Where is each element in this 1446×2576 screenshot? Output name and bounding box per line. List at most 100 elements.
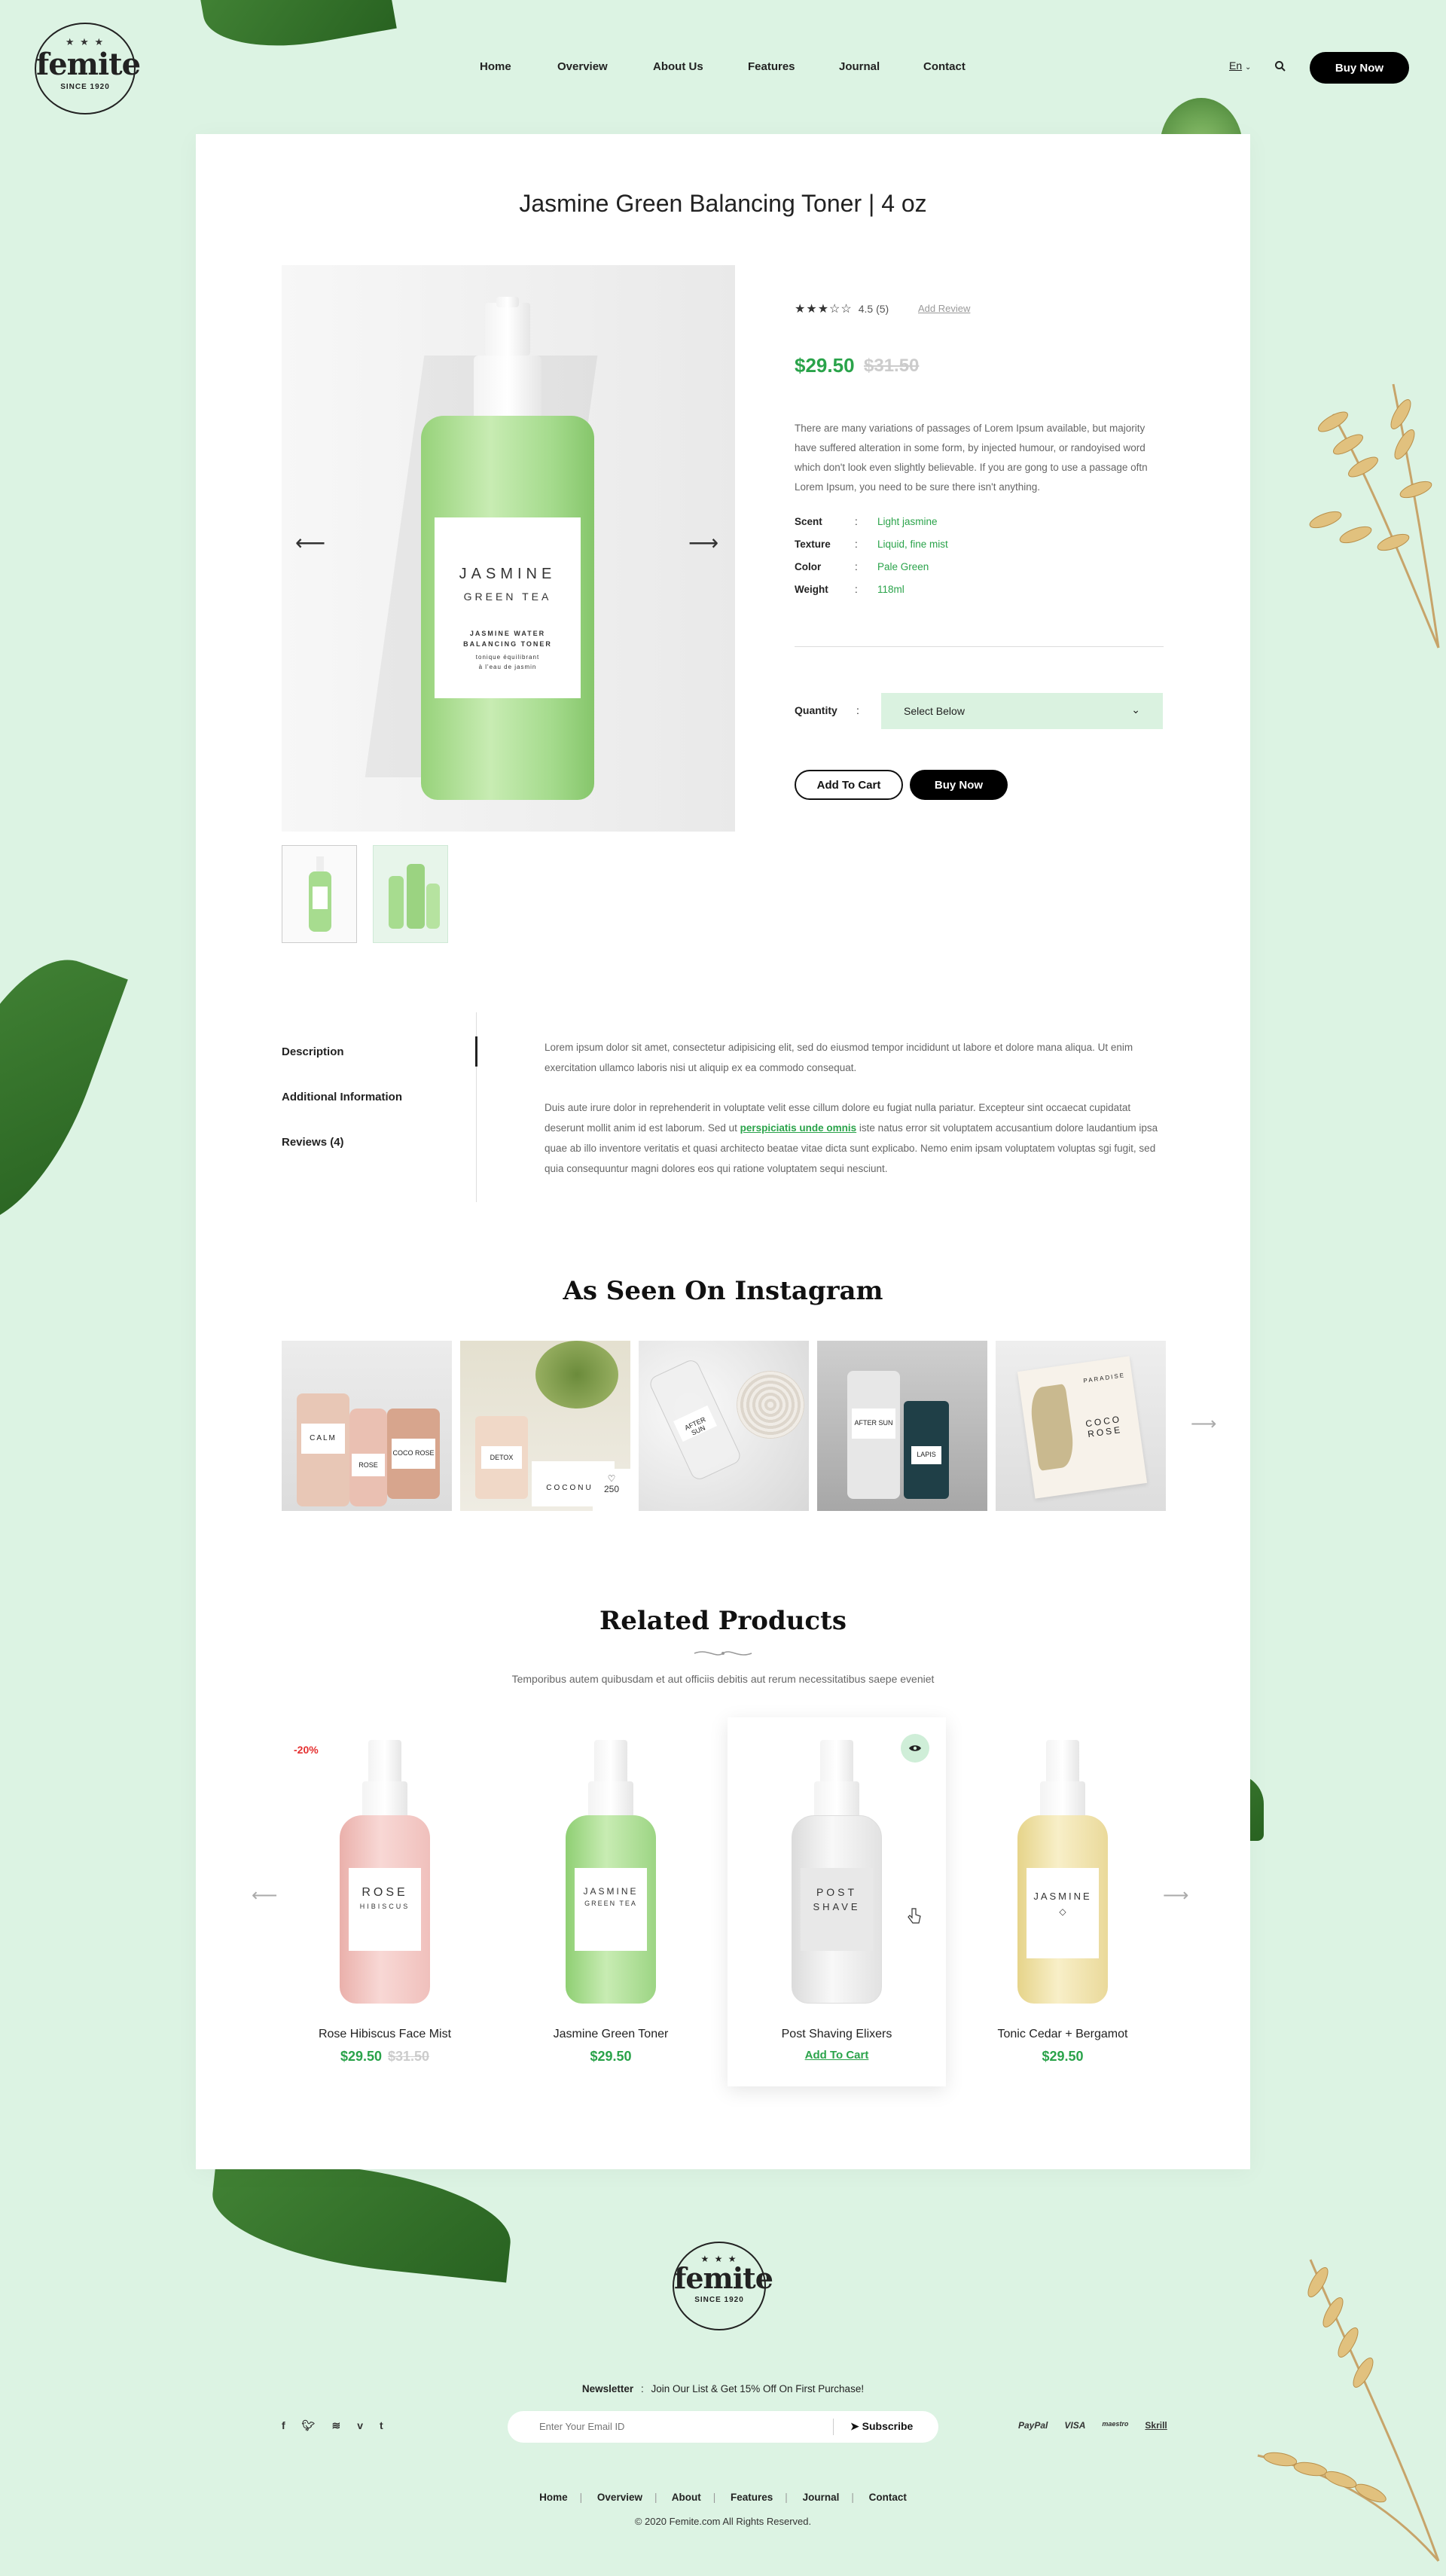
subscribe-button[interactable]: ➤ Subscribe — [850, 2420, 913, 2433]
quantity-label: Quantity — [795, 704, 837, 716]
nav-overview[interactable]: Overview — [557, 60, 608, 73]
instagram-title: As Seen On Instagram — [563, 1276, 883, 1306]
quick-view-eye-icon[interactable] — [901, 1734, 929, 1763]
footer-logo-since: SINCE 1920 — [694, 2296, 744, 2304]
wheat-decoration-right — [1309, 383, 1440, 649]
inline-link[interactable]: perspiciatis unde omnis — [740, 1122, 857, 1134]
email-input[interactable] — [538, 2420, 786, 2433]
product-rating: ★★★☆☆ 4.5 (5) — [795, 301, 889, 316]
quantity-colon: : — [856, 704, 859, 716]
paypal-icon: PayPal — [1018, 2420, 1048, 2431]
tab-reviews[interactable]: Reviews (4) — [282, 1136, 344, 1149]
related-products-subtitle: Temporibus autem quibusdam et aut offici… — [511, 1673, 935, 1685]
product-title: Jasmine Green Balancing Toner | 4 oz — [519, 190, 927, 217]
product-thumbnail-1[interactable] — [282, 845, 357, 943]
product-price: $29.50 — [795, 354, 855, 377]
related-product-card-hovered[interactable]: POST SHAVE Post Shaving Elixers Add To C… — [728, 1717, 946, 2086]
rss-icon[interactable]: ≋ — [331, 2419, 340, 2432]
language-selector[interactable]: En ⌄ — [1229, 60, 1251, 72]
tumblr-icon[interactable]: t — [380, 2419, 383, 2432]
paper-plane-icon: ➤ — [850, 2420, 859, 2432]
image-prev-arrow[interactable]: ⟵ — [295, 530, 325, 555]
pointer-cursor-icon — [908, 1908, 921, 1924]
payment-methods: PayPal VISA maestro Skrill — [1018, 2420, 1167, 2431]
spec-row-weight: Weight:118ml — [795, 584, 905, 595]
site-logo[interactable]: ★ ★ ★ femite SINCE 1920 — [35, 23, 141, 114]
footer-nav-features[interactable]: Features — [731, 2492, 773, 2503]
spec-row-color: Color: Pale Green — [795, 561, 929, 572]
related-product-card[interactable]: ROSE HIBISCUS Rose Hibiscus Face Mist $2… — [276, 1717, 494, 2086]
footer-nav-about[interactable]: About — [672, 2492, 701, 2503]
product-main-image: JASMINE GREEN TEA JASMINE WATER BALANCIN… — [282, 265, 735, 832]
footer-nav-overview[interactable]: Overview — [597, 2492, 642, 2503]
instagram-like-counter[interactable]: ♡ 250 — [593, 1469, 630, 1511]
ornament-divider-icon — [694, 1651, 752, 1656]
footer-logo-name: femite — [674, 2261, 773, 2295]
product-price: $29.50 — [1042, 2049, 1084, 2064]
footer-logo[interactable]: ★ ★ ★ femite SINCE 1920 — [673, 2242, 773, 2330]
instagram-photo-1[interactable]: CALM ROSE COCO ROSE — [282, 1341, 452, 1511]
product-old-price: $31.50 — [388, 2049, 430, 2064]
search-icon[interactable] — [1274, 60, 1286, 72]
add-to-cart-button[interactable]: Add To Cart — [795, 770, 903, 800]
newsletter-text: Newsletter : Join Our List & Get 15% Off… — [581, 2383, 865, 2394]
nav-journal[interactable]: Journal — [839, 60, 880, 73]
instagram-photo-4[interactable]: AFTER SUN LAPIS — [817, 1341, 987, 1511]
related-prev-arrow[interactable]: ⟵ — [252, 1885, 277, 1906]
product-name[interactable]: Tonic Cedar + Bergamot — [953, 2028, 1172, 2041]
related-product-card[interactable]: JASMINE GREEN TEA Jasmine Green Toner $2… — [502, 1717, 720, 2086]
quantity-select-value: Select Below — [904, 705, 965, 717]
nav-about-us[interactable]: About Us — [653, 60, 703, 73]
nav-features[interactable]: Features — [748, 60, 795, 73]
social-links: f 🐦︎ ≋ v t — [282, 2419, 383, 2432]
product-name[interactable]: Post Shaving Elixers — [728, 2028, 946, 2041]
related-product-card[interactable]: JASMINE ◇ Tonic Cedar + Bergamot $29.50 — [953, 1717, 1172, 2086]
logo-name: femite — [36, 47, 141, 82]
nav-contact[interactable]: Contact — [923, 60, 966, 73]
description-paragraph-2: Duis aute irure dolor in reprehenderit i… — [545, 1102, 1158, 1174]
tab-additional-information[interactable]: Additional Information — [282, 1091, 402, 1103]
copyright-text: © 2020 Femite.com All Rights Reserved. — [634, 2516, 812, 2527]
monstera-leaf-footer-decoration — [206, 2153, 517, 2283]
bottle-illustration: JASMINE GREEN TEA JASMINE WATER BALANCIN… — [421, 297, 594, 800]
image-next-arrow[interactable]: ⟶ — [688, 530, 718, 555]
instagram-photo-5[interactable]: PARADISE COCO ROSE — [996, 1341, 1166, 1511]
header-buy-now-button[interactable]: Buy Now — [1310, 52, 1409, 84]
visa-icon: VISA — [1064, 2420, 1086, 2431]
buy-now-button[interactable]: Buy Now — [910, 770, 1008, 800]
newsletter-form: ➤ Subscribe — [508, 2411, 938, 2443]
facebook-icon[interactable]: f — [282, 2419, 285, 2432]
instagram-photo-3[interactable]: AFTER SUN — [639, 1341, 809, 1511]
chevron-down-icon: ⌄ — [1245, 63, 1252, 72]
instagram-next-arrow[interactable]: ⟶ — [1191, 1413, 1216, 1435]
info-divider — [795, 646, 1164, 647]
product-bottle-image: ROSE HIBISCUS — [340, 1740, 430, 2004]
monstera-leaf-left-decoration — [0, 935, 128, 1249]
footer-nav-journal[interactable]: Journal — [803, 2492, 840, 2503]
add-to-cart-link[interactable]: Add To Cart — [728, 2049, 946, 2062]
product-name[interactable]: Rose Hibiscus Face Mist — [276, 2028, 494, 2041]
spec-row-scent: Scent: Light jasmine — [795, 516, 938, 527]
chevron-down-icon: ⌄ — [1131, 704, 1140, 716]
product-bottle-image: POST SHAVE — [792, 1740, 882, 2004]
spec-row-texture: Texture: Liquid, fine mist — [795, 539, 948, 550]
product-name[interactable]: Jasmine Green Toner — [502, 2028, 720, 2041]
add-review-link[interactable]: Add Review — [918, 303, 970, 314]
rating-text: 4.5 (5) — [858, 303, 889, 315]
vimeo-icon[interactable]: v — [357, 2419, 363, 2432]
quantity-select[interactable]: Select Below ⌄ — [881, 693, 1163, 729]
skrill-icon: Skrill — [1145, 2420, 1167, 2431]
logo-since: SINCE 1920 — [60, 83, 110, 91]
product-thumbnail-2[interactable] — [373, 845, 448, 943]
twitter-icon[interactable]: 🐦︎ — [302, 2419, 316, 2432]
wheat-decoration-footer — [1257, 2259, 1440, 2562]
maestro-icon: maestro — [1102, 2420, 1129, 2428]
tab-description[interactable]: Description — [282, 1045, 344, 1058]
footer-nav-contact[interactable]: Contact — [869, 2492, 907, 2503]
rating-stars-icon: ★★★☆☆ — [795, 303, 853, 316]
nav-home[interactable]: Home — [480, 60, 511, 73]
heart-icon: ♡ — [607, 1473, 616, 1484]
footer-nav-home[interactable]: Home — [539, 2492, 568, 2503]
related-products-title: Related Products — [599, 1606, 847, 1636]
bottle-label: JASMINE GREEN TEA JASMINE WATER BALANCIN… — [435, 517, 581, 698]
